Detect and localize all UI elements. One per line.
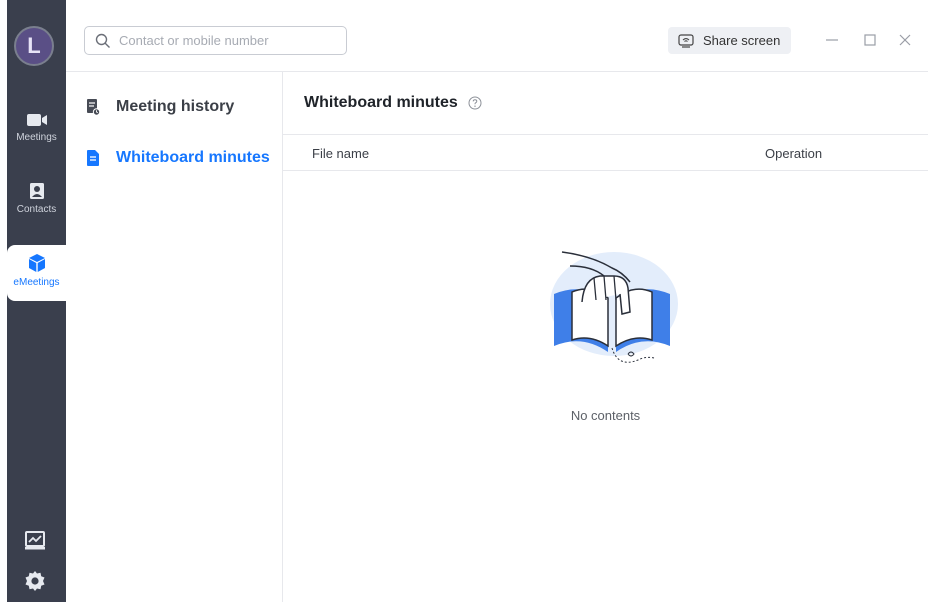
video-camera-icon xyxy=(26,114,47,126)
history-document-icon xyxy=(87,99,100,116)
user-avatar[interactable]: L xyxy=(14,26,54,66)
maximize-icon[interactable] xyxy=(862,32,878,48)
column-header-operation: Operation xyxy=(765,146,823,161)
rail-item-emeetings[interactable]: eMeetings xyxy=(7,245,66,301)
column-header-file-name: File name xyxy=(312,146,370,161)
help-icon[interactable] xyxy=(468,96,482,110)
rail-item-label: eMeetings xyxy=(13,277,60,288)
page-title: Whiteboard minutes xyxy=(304,94,458,111)
search-box[interactable] xyxy=(84,26,347,55)
share-screen-label: Share screen xyxy=(703,33,781,48)
nav-item-label: Whiteboard minutes xyxy=(116,149,270,166)
document-icon xyxy=(87,150,99,166)
rail-item-contacts[interactable]: Contacts xyxy=(7,182,66,215)
cube-icon xyxy=(28,254,45,272)
avatar-initial: L xyxy=(27,33,41,58)
search-input[interactable] xyxy=(119,33,339,48)
search-icon xyxy=(95,33,110,48)
rail-item-label: Contacts xyxy=(16,204,57,215)
close-icon[interactable] xyxy=(897,32,913,48)
nav-item-meeting-history[interactable]: Meeting history xyxy=(86,98,234,116)
nav-item-whiteboard-minutes[interactable]: Whiteboard minutes xyxy=(86,149,270,167)
share-screen-button[interactable]: Share screen xyxy=(668,27,791,54)
share-screen-icon xyxy=(678,33,694,48)
minimize-icon[interactable] xyxy=(824,32,840,48)
gear-icon[interactable] xyxy=(24,570,46,592)
window-left-edge xyxy=(0,0,7,602)
rail-item-label: Meetings xyxy=(16,132,57,143)
empty-book-illustration xyxy=(550,251,678,363)
top-bar: Share screen xyxy=(66,0,928,72)
table-header: File name Operation xyxy=(283,135,928,171)
contacts-icon xyxy=(29,183,44,199)
left-rail: L Meetings Contacts eMeetings xyxy=(0,0,66,602)
nav-item-label: Meeting history xyxy=(116,98,235,115)
main-header: Whiteboard minutes xyxy=(283,72,928,135)
presentation-chart-icon[interactable] xyxy=(24,531,46,551)
main-panel: Whiteboard minutes File name Operation N… xyxy=(283,72,928,602)
empty-state-text: No contents xyxy=(570,408,641,423)
secondary-nav: Meeting history Whiteboard minutes xyxy=(66,72,283,602)
rail-item-meetings[interactable]: Meetings xyxy=(7,112,66,143)
